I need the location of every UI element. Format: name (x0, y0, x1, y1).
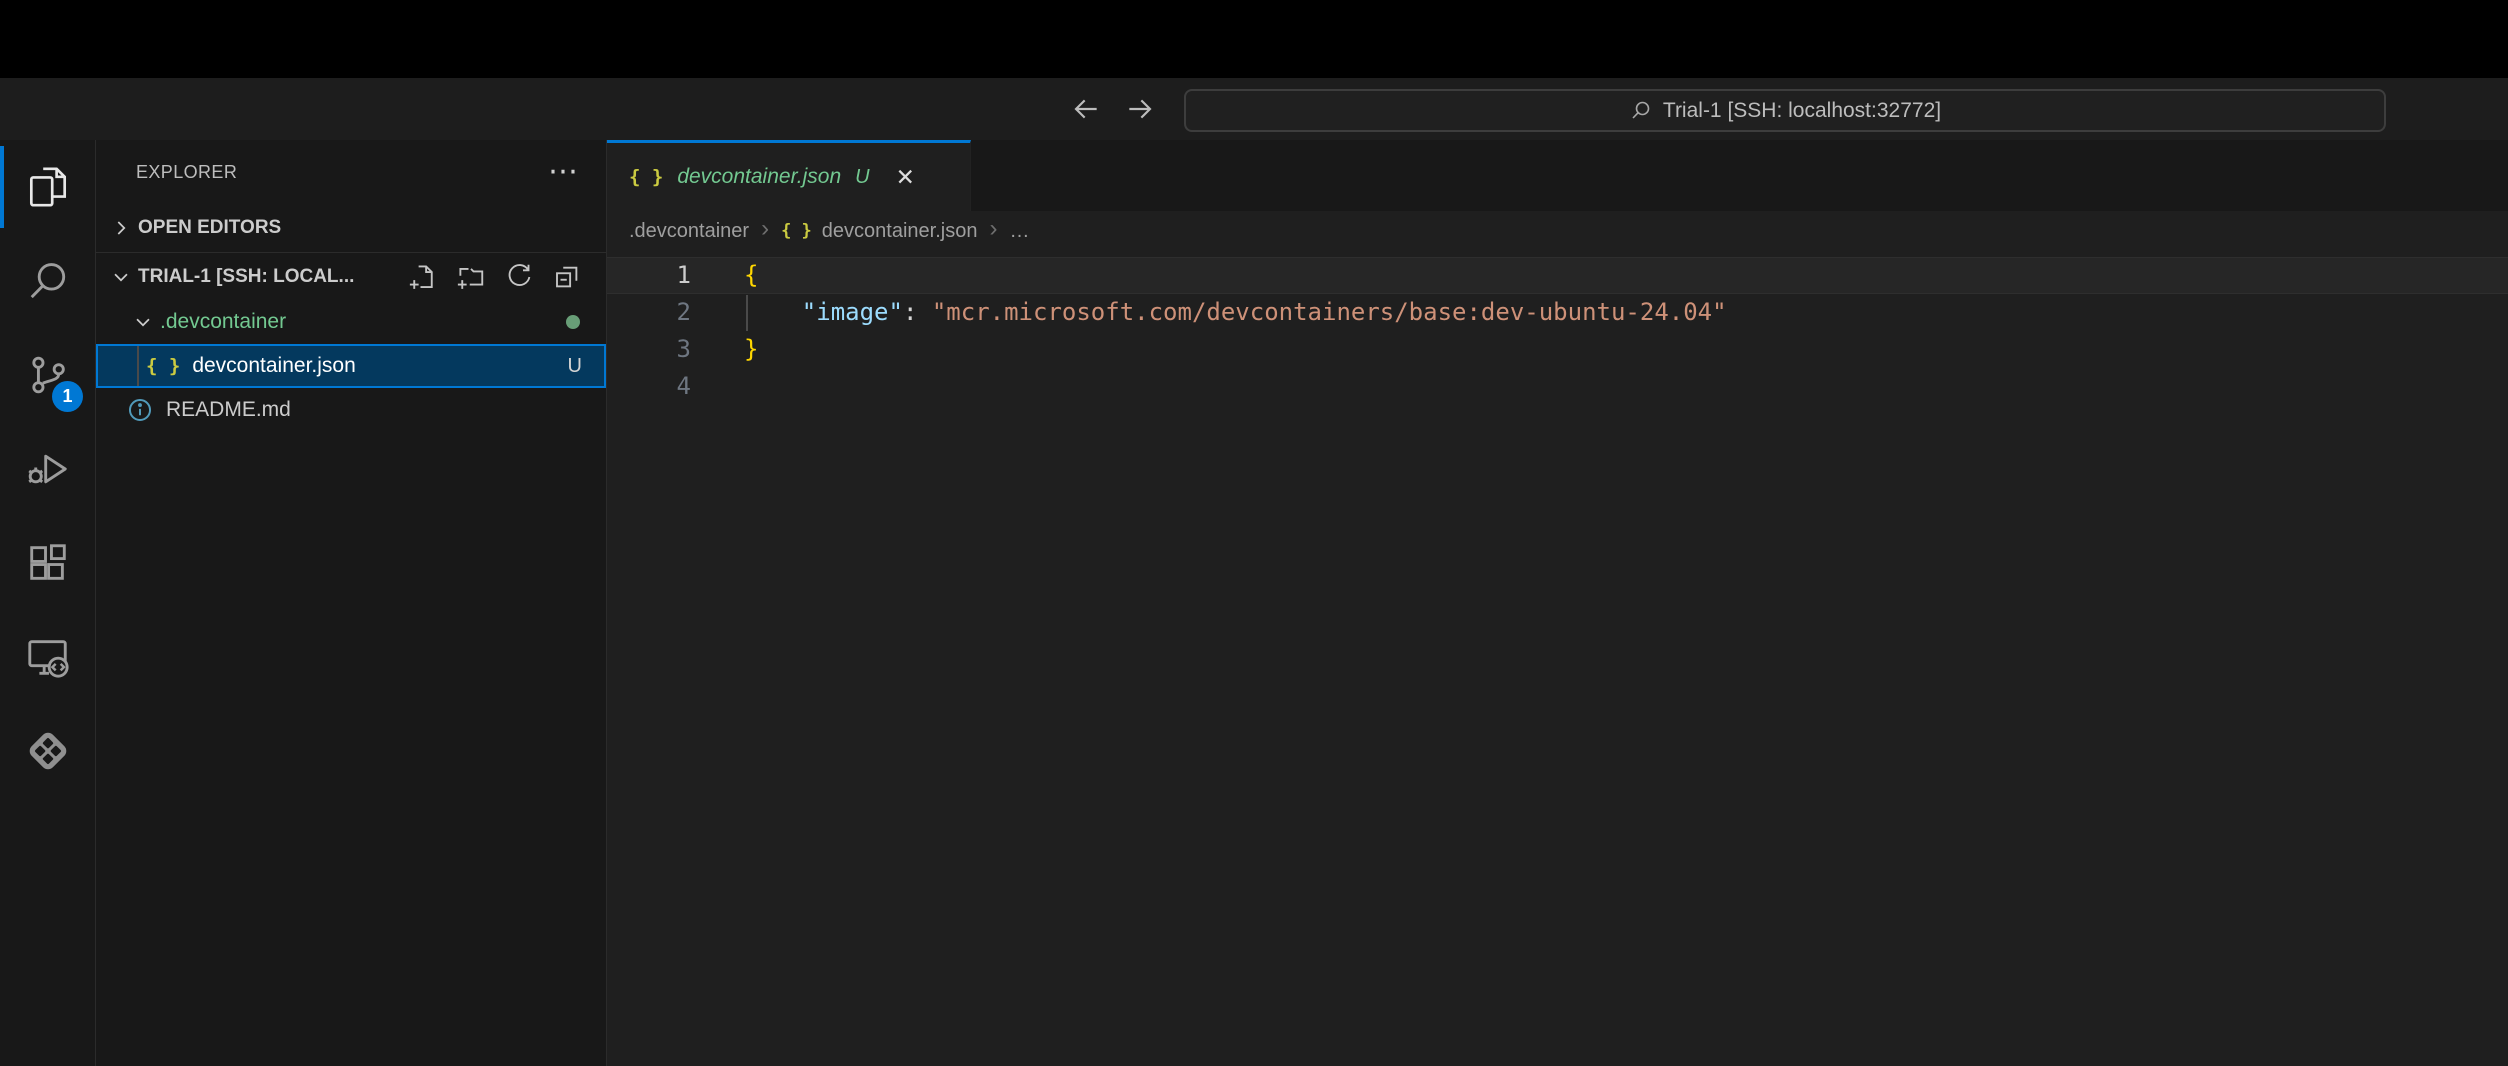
tab-label: devcontainer.json (677, 165, 841, 189)
command-center[interactable]: Trial-1 [SSH: localhost:32772] (1184, 89, 2386, 132)
json-file-icon: { } (629, 166, 663, 188)
breadcrumb: .devcontainer › { } devcontainer.json › … (607, 211, 2508, 251)
activitybar-search[interactable] (0, 234, 95, 328)
close-brace-token: } (744, 335, 758, 363)
tree-item-devcontainer-folder[interactable]: .devcontainer (96, 300, 606, 344)
file-name: devcontainer.json (192, 354, 355, 378)
containers-icon (25, 728, 71, 774)
files-icon (25, 164, 71, 210)
activitybar-containers[interactable] (0, 704, 95, 798)
code-line-2: 2 "image": "mcr.microsoft.com/devcontain… (607, 294, 2508, 331)
forward-arrow-icon[interactable] (1124, 93, 1156, 125)
breadcrumb-symbol[interactable]: … (1009, 220, 1029, 243)
scm-badge: 1 (52, 381, 83, 412)
tree-item-readme[interactable]: README.md (96, 388, 606, 432)
json-file-icon: { } (781, 221, 812, 241)
tab-bar: { } devcontainer.json U ✕ (607, 140, 2508, 211)
activitybar-source-control[interactable]: 1 (0, 328, 95, 422)
readme-name: README.md (166, 398, 291, 422)
refresh-icon[interactable] (504, 262, 534, 292)
json-file-icon: { } (146, 355, 180, 377)
open-editors-section[interactable]: OPEN EDITORS (96, 204, 606, 252)
back-arrow-icon[interactable] (1070, 93, 1102, 125)
separator-token: : (903, 298, 932, 326)
new-folder-icon[interactable] (456, 262, 486, 292)
tree-indent-guide (137, 346, 139, 386)
info-icon (126, 396, 154, 424)
editor-group: { } devcontainer.json U ✕ .devcontainer … (607, 140, 2508, 1066)
remote-explorer-icon (25, 634, 71, 680)
activity-bar: 1 (0, 140, 96, 1066)
breadcrumb-file[interactable]: devcontainer.json (822, 220, 978, 243)
activitybar-remote-explorer[interactable] (0, 610, 95, 704)
code-editor[interactable]: 1 { 2 "image": "mcr.microsoft.com/devcon… (607, 251, 2508, 1066)
activitybar-extensions[interactable] (0, 516, 95, 610)
open-editors-label: OPEN EDITORS (138, 217, 281, 239)
activitybar-explorer[interactable] (0, 140, 95, 234)
line-number: 1 (607, 258, 691, 293)
code-line-3: 3 } (607, 331, 2508, 368)
chevron-right-icon: › (759, 215, 771, 247)
chevron-down-icon (108, 264, 134, 290)
line-number: 4 (607, 368, 691, 405)
explorer-sidebar: EXPLORER ⋯ OPEN EDITORS TRIAL-1 [SSH: LO… (96, 140, 607, 1066)
title-bar: Trial-1 [SSH: localhost:32772] (0, 78, 2508, 140)
search-icon (1629, 99, 1653, 123)
workspace-section[interactable]: TRIAL-1 [SSH: LOCAL... (96, 252, 606, 300)
macos-menubar-area (0, 0, 2508, 78)
code-line-4: 4 (607, 368, 2508, 405)
json-string-token: "mcr.microsoft.com/devcontainers/base:de… (932, 298, 1727, 326)
breadcrumb-folder[interactable]: .devcontainer (629, 220, 749, 243)
open-brace-token: { (744, 261, 758, 289)
sidebar-title: EXPLORER (136, 162, 237, 183)
extensions-icon (25, 540, 71, 586)
close-icon[interactable]: ✕ (896, 164, 915, 191)
git-untracked-dot-badge (566, 315, 580, 329)
git-untracked-badge: U (568, 355, 582, 378)
line-number: 2 (607, 294, 691, 331)
line-number: 3 (607, 331, 691, 368)
collapse-all-icon[interactable] (552, 262, 582, 292)
code-line-1: 1 { (607, 257, 2508, 294)
search-icon (25, 258, 71, 304)
chevron-right-icon: › (987, 215, 999, 247)
new-file-icon[interactable] (408, 262, 438, 292)
chevron-down-icon (130, 309, 156, 335)
activitybar-run-debug[interactable] (0, 422, 95, 516)
workspace-label: TRIAL-1 [SSH: LOCAL... (138, 266, 354, 288)
tab-devcontainer-json[interactable]: { } devcontainer.json U ✕ (607, 140, 971, 211)
tab-git-badge: U (855, 166, 869, 189)
json-key-token: "image" (802, 298, 903, 326)
window-title: Trial-1 [SSH: localhost:32772] (1663, 99, 1941, 123)
tree-item-devcontainer-json[interactable]: { } devcontainer.json U (96, 344, 606, 388)
indent-token (744, 298, 802, 326)
run-debug-icon (25, 446, 71, 492)
folder-name: .devcontainer (160, 310, 286, 334)
more-actions-icon[interactable]: ⋯ (548, 167, 578, 177)
chevron-right-icon (108, 215, 134, 241)
